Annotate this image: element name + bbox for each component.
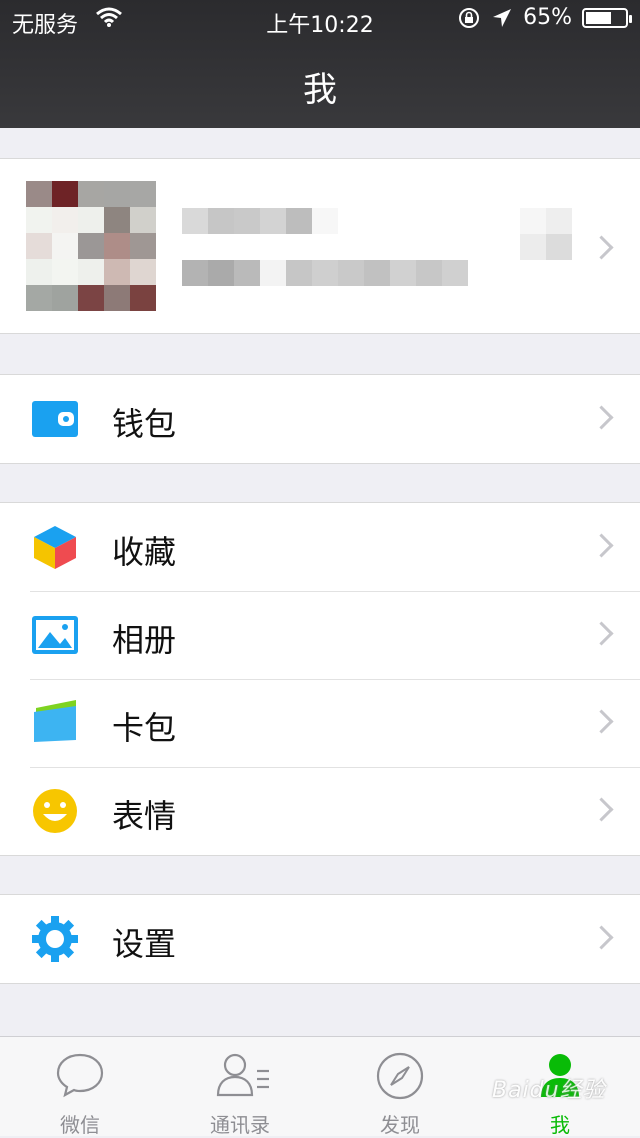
tab-label: 微信 [60,1113,100,1137]
menu-item-label: 设置 [112,925,177,963]
tab-discover[interactable]: 发现 [320,1037,480,1137]
contacts-icon [216,1053,269,1097]
profile-id-redacted [182,260,468,286]
sticker-smiley-icon [33,789,77,833]
settings-section: 设置 [0,894,640,984]
profile-card[interactable] [0,158,640,334]
card-pack-icon [34,700,76,742]
chevron-right-icon [589,235,614,260]
menu-item-settings[interactable]: 设置 [0,895,640,983]
menu-item-favorites[interactable]: 收藏 [0,503,640,591]
battery-fill [586,11,611,24]
chevron-right-icon [589,621,614,646]
status-bar: 无服务 上午10:22 65% [0,0,640,40]
tab-chats[interactable]: 微信 [0,1037,160,1137]
menu-item-label: 收藏 [112,533,177,571]
avatar [26,181,156,311]
rotation-lock-icon [459,7,480,28]
menu-item-label: 表情 [112,797,177,835]
top-bar: 无服务 上午10:22 65% 我 [0,0,640,128]
menu-item-stickers[interactable]: 表情 [0,767,640,855]
menu-item-wallet[interactable]: 钱包 [0,375,640,463]
tab-contacts[interactable]: 通讯录 [160,1037,320,1137]
main-section: 收藏 相册 卡包 表情 [0,502,640,856]
battery-percent: 65% [523,5,572,30]
location-arrow-icon [493,8,512,27]
chevron-right-icon [589,797,614,822]
album-photo-icon [32,616,78,654]
menu-item-label: 卡包 [112,709,177,747]
compass-icon [376,1052,424,1100]
wallet-icon [32,401,78,437]
chevron-right-icon [589,405,614,430]
battery-icon [582,7,632,28]
menu-item-card-pack[interactable]: 卡包 [0,679,640,767]
tab-label: 我 [550,1113,570,1137]
chevron-right-icon [589,925,614,950]
page-title: 我 [303,70,337,110]
watermark-logo: Baidu经验 [492,1078,606,1103]
profile-name-redacted [182,208,338,234]
chevron-right-icon [589,709,614,734]
settings-gear-icon [32,916,78,962]
menu-item-album[interactable]: 相册 [0,591,640,679]
status-right: 65% [457,5,632,30]
favorites-cube-icon [34,526,76,569]
qr-code-redacted [520,208,572,260]
menu-item-label: 钱包 [112,405,177,443]
tab-label: 通讯录 [210,1113,270,1137]
chat-bubble-icon [56,1053,104,1098]
wallet-section: 钱包 [0,374,640,464]
tab-label: 发现 [380,1113,420,1137]
menu-item-label: 相册 [112,621,177,659]
chevron-right-icon [589,533,614,558]
